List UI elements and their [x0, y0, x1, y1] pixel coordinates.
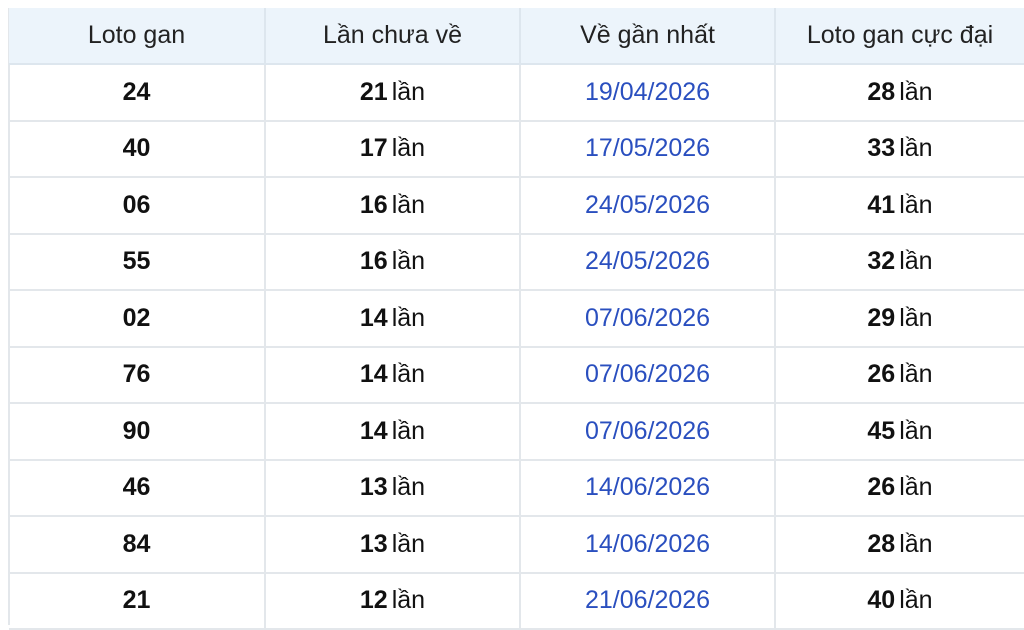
- max-gap-value: 32: [867, 247, 896, 276]
- max-gap-value: 26: [867, 360, 896, 389]
- miss-count-cell: 17 lần: [265, 120, 521, 178]
- miss-count-value: 13: [359, 529, 388, 558]
- max-gap-unit: lần: [899, 303, 933, 332]
- max-gap-cell: 26 lần: [775, 459, 1024, 517]
- last-date-cell: 17/05/2026: [520, 120, 776, 178]
- table-row: 06 16 lần 24/05/2026 41 lần: [9, 177, 1024, 235]
- max-gap-unit: lần: [899, 529, 933, 558]
- loto-number-cell: 40: [9, 120, 266, 178]
- loto-number-cell: 55: [9, 233, 266, 291]
- max-gap-value: 40: [867, 586, 896, 615]
- max-gap-unit: lần: [899, 360, 933, 389]
- table-row: 90 14 lần 07/06/2026 45 lần: [9, 403, 1024, 461]
- max-gap-unit: lần: [899, 190, 933, 219]
- miss-count-value: 12: [359, 586, 388, 615]
- loto-number-cell: 21: [9, 572, 266, 630]
- loto-number-cell: 24: [9, 64, 266, 122]
- max-gap-unit: lần: [899, 134, 933, 163]
- max-gap-cell: 45 lần: [775, 403, 1024, 461]
- last-date-cell: 24/05/2026: [520, 177, 776, 235]
- miss-count-value: 17: [359, 134, 388, 163]
- miss-count-cell: 14 lần: [265, 346, 521, 404]
- max-gap-value: 28: [867, 77, 896, 106]
- max-gap-unit: lần: [899, 473, 933, 502]
- miss-count-unit: lần: [391, 247, 426, 276]
- last-date-cell: 19/04/2026: [520, 64, 776, 122]
- max-gap-unit: lần: [899, 586, 933, 615]
- miss-count-unit: lần: [391, 77, 426, 106]
- table-row: 76 14 lần 07/06/2026 26 lần: [9, 346, 1024, 404]
- table-body: 24 21 lần 19/04/2026 28 lần 40 17 lần 17/05/2026 3…: [9, 64, 1024, 630]
- miss-count-unit: lần: [391, 134, 426, 163]
- loto-gan-table: Loto gan Lần chưa về Về gần nhất Loto ga…: [9, 8, 1024, 630]
- last-date-cell: 07/06/2026: [520, 403, 776, 461]
- max-gap-unit: lần: [899, 77, 933, 106]
- miss-count-value: 16: [359, 247, 388, 276]
- max-gap-cell: 33 lần: [775, 120, 1024, 178]
- last-date-cell: 24/05/2026: [520, 233, 776, 291]
- loto-number-cell: 90: [9, 403, 266, 461]
- max-gap-value: 45: [867, 416, 896, 445]
- miss-count-unit: lần: [391, 303, 426, 332]
- max-gap-cell: 40 lần: [775, 572, 1024, 630]
- last-date-cell: 14/06/2026: [520, 459, 776, 517]
- miss-count-cell: 21 lần: [265, 64, 521, 122]
- max-gap-value: 26: [867, 473, 896, 502]
- miss-count-value: 16: [359, 190, 388, 219]
- miss-count-cell: 13 lần: [265, 516, 521, 574]
- max-gap-cell: 29 lần: [775, 290, 1024, 348]
- max-gap-value: 41: [867, 190, 896, 219]
- max-gap-value: 28: [867, 529, 896, 558]
- table-row: 02 14 lần 07/06/2026 29 lần: [9, 290, 1024, 348]
- miss-count-cell: 14 lần: [265, 290, 521, 348]
- miss-count-value: 14: [359, 303, 388, 332]
- miss-count-cell: 12 lần: [265, 572, 521, 630]
- last-date-cell: 14/06/2026: [520, 516, 776, 574]
- miss-count-unit: lần: [391, 190, 426, 219]
- loto-number-cell: 06: [9, 177, 266, 235]
- table-row: 21 12 lần 21/06/2026 40 lần: [9, 572, 1024, 630]
- loto-number-cell: 84: [9, 516, 266, 574]
- max-gap-unit: lần: [899, 416, 933, 445]
- table-row: 40 17 lần 17/05/2026 33 lần: [9, 120, 1024, 178]
- table-row: 24 21 lần 19/04/2026 28 lần: [9, 64, 1024, 122]
- miss-count-unit: lần: [391, 473, 426, 502]
- miss-count-unit: lần: [391, 529, 426, 558]
- max-gap-cell: 32 lần: [775, 233, 1024, 291]
- miss-count-unit: lần: [391, 360, 426, 389]
- loto-gan-table-container: Loto gan Lần chưa về Về gần nhất Loto ga…: [9, 8, 1024, 630]
- miss-count-cell: 16 lần: [265, 233, 521, 291]
- max-gap-value: 29: [867, 303, 896, 332]
- last-date-cell: 07/06/2026: [520, 346, 776, 404]
- loto-number-cell: 02: [9, 290, 266, 348]
- miss-count-unit: lần: [391, 416, 426, 445]
- miss-count-value: 21: [359, 77, 388, 106]
- table-header: Loto gan Lần chưa về Về gần nhất Loto ga…: [9, 8, 1024, 65]
- loto-number-cell: 76: [9, 346, 266, 404]
- header-lan-chua-ve: Lần chưa về: [265, 8, 521, 65]
- loto-number-cell: 46: [9, 459, 266, 517]
- miss-count-cell: 14 lần: [265, 403, 521, 461]
- header-ve-gan-nhat: Về gần nhất: [520, 8, 776, 65]
- miss-count-value: 13: [359, 473, 388, 502]
- miss-count-unit: lần: [391, 586, 426, 615]
- last-date-cell: 21/06/2026: [520, 572, 776, 630]
- max-gap-cell: 26 lần: [775, 346, 1024, 404]
- max-gap-unit: lần: [899, 247, 933, 276]
- table-row: 55 16 lần 24/05/2026 32 lần: [9, 233, 1024, 291]
- miss-count-value: 14: [359, 360, 388, 389]
- header-row: Loto gan Lần chưa về Về gần nhất Loto ga…: [9, 8, 1024, 65]
- max-gap-cell: 41 lần: [775, 177, 1024, 235]
- header-loto-gan-cuc-dai: Loto gan cực đại: [775, 8, 1024, 65]
- max-gap-value: 33: [867, 134, 896, 163]
- max-gap-cell: 28 lần: [775, 516, 1024, 574]
- miss-count-value: 14: [359, 416, 388, 445]
- table-row: 46 13 lần 14/06/2026 26 lần: [9, 459, 1024, 517]
- miss-count-cell: 13 lần: [265, 459, 521, 517]
- last-date-cell: 07/06/2026: [520, 290, 776, 348]
- header-loto-gan: Loto gan: [9, 8, 266, 65]
- table-row: 84 13 lần 14/06/2026 28 lần: [9, 516, 1024, 574]
- miss-count-cell: 16 lần: [265, 177, 521, 235]
- max-gap-cell: 28 lần: [775, 64, 1024, 122]
